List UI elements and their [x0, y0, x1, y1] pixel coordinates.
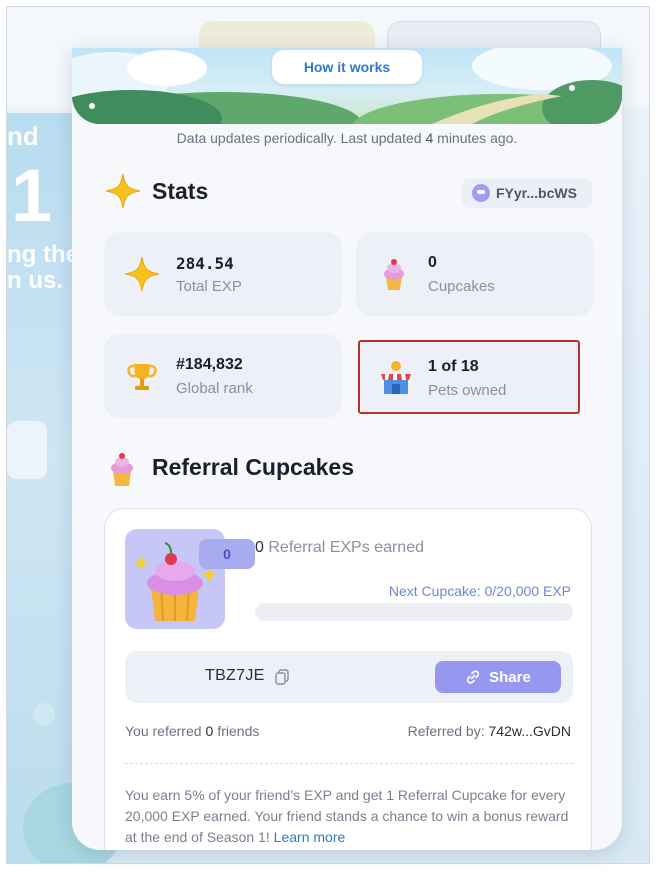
referred-count-text: You referred 0 friends — [125, 723, 259, 739]
stat-value: 1 of 18 — [428, 358, 479, 375]
referred-suffix: friends — [217, 723, 260, 739]
referred-count: 0 — [205, 723, 214, 739]
stat-label: Pets owned — [428, 382, 507, 399]
referred-by-value: 742w...GvDN — [488, 723, 571, 739]
divider — [125, 763, 573, 764]
how-it-works-button[interactable]: How it works — [272, 50, 422, 84]
wallet-pill[interactable]: FYyr...bcWS — [462, 178, 592, 208]
hero-fragment: ng the — [7, 241, 79, 268]
updated-suffix: minutes ago. — [437, 130, 518, 146]
share-button[interactable]: Share — [435, 661, 561, 693]
stat-value: 0 — [428, 254, 437, 271]
referral-info-text: You earn 5% of your friend’s EXP and get… — [125, 785, 573, 848]
bubble-decoration — [33, 703, 55, 725]
stats-title: Stats — [152, 178, 209, 204]
referral-exp-label: Referral EXPs earned — [268, 539, 424, 556]
referred-prefix: You referred — [125, 723, 202, 739]
stats-panel: How it works Data updates periodically. … — [72, 48, 622, 850]
referral-info-body: You earn 5% of your friend’s EXP and get… — [125, 787, 569, 845]
referred-by-label: Referred by: — [407, 723, 485, 739]
next-cupcake-label: Next Cupcake: — [388, 583, 481, 599]
cupcake-icon — [384, 259, 404, 290]
referred-by-text: Referred by: 742w...GvDN — [408, 723, 571, 739]
referral-title: Referral Cupcakes — [152, 454, 354, 480]
hero-button[interactable] — [7, 421, 47, 479]
updated-minutes: 4 — [425, 130, 434, 146]
stat-value: #184,832 — [176, 356, 243, 373]
wallet-address: FYyr...bcWS — [496, 185, 577, 201]
stat-pets-owned[interactable]: 1 of 18 Pets owned — [358, 340, 580, 414]
referral-card: 0 0 Referral EXPs earned Next Cupcake: 0… — [104, 508, 592, 850]
hero-fragment: n us. — [7, 267, 64, 294]
sparkle-icon — [124, 256, 160, 292]
cupcake-progress-bar — [255, 603, 573, 621]
referral-code-row: TBZ7JE Share — [125, 651, 573, 703]
referral-code: TBZ7JE — [205, 667, 265, 684]
learn-more-link[interactable]: Learn more — [274, 829, 346, 845]
last-updated-text: Data updates periodically. Last updated … — [72, 130, 622, 146]
stat-label: Total EXP — [176, 278, 242, 295]
stat-global-rank: #184,832 Global rank — [104, 334, 342, 418]
referral-exp-count: 0 — [255, 539, 264, 556]
referral-exp-earned: 0 Referral EXPs earned — [255, 539, 424, 557]
banner-illustration: How it works — [72, 48, 622, 124]
stat-cupcakes: 0 Cupcakes — [356, 232, 594, 316]
copy-icon[interactable] — [275, 669, 289, 685]
sparkle-icon — [105, 173, 141, 209]
cupcake-count-badge: 0 — [199, 539, 255, 569]
updated-prefix: Data updates periodically. Last updated — [176, 130, 422, 146]
wallet-avatar-icon — [472, 184, 490, 202]
pet-shop-icon — [381, 361, 411, 394]
hero-fragment: nd — [7, 121, 39, 151]
stat-label: Cupcakes — [428, 278, 495, 295]
stat-total-exp: 284.54 Total EXP — [104, 232, 342, 316]
share-label: Share — [489, 668, 531, 686]
stat-label: Global rank — [176, 380, 253, 397]
link-icon — [467, 670, 480, 684]
next-cupcake-value: 0/20,000 EXP — [484, 583, 571, 599]
hero-fragment: 1 — [11, 154, 53, 237]
cupcake-tile: 0 — [125, 529, 255, 629]
stat-value: 284.54 — [176, 254, 234, 273]
trophy-icon — [127, 364, 157, 390]
next-cupcake-text: Next Cupcake: 0/20,000 EXP — [389, 583, 571, 599]
cupcake-icon — [111, 453, 133, 486]
